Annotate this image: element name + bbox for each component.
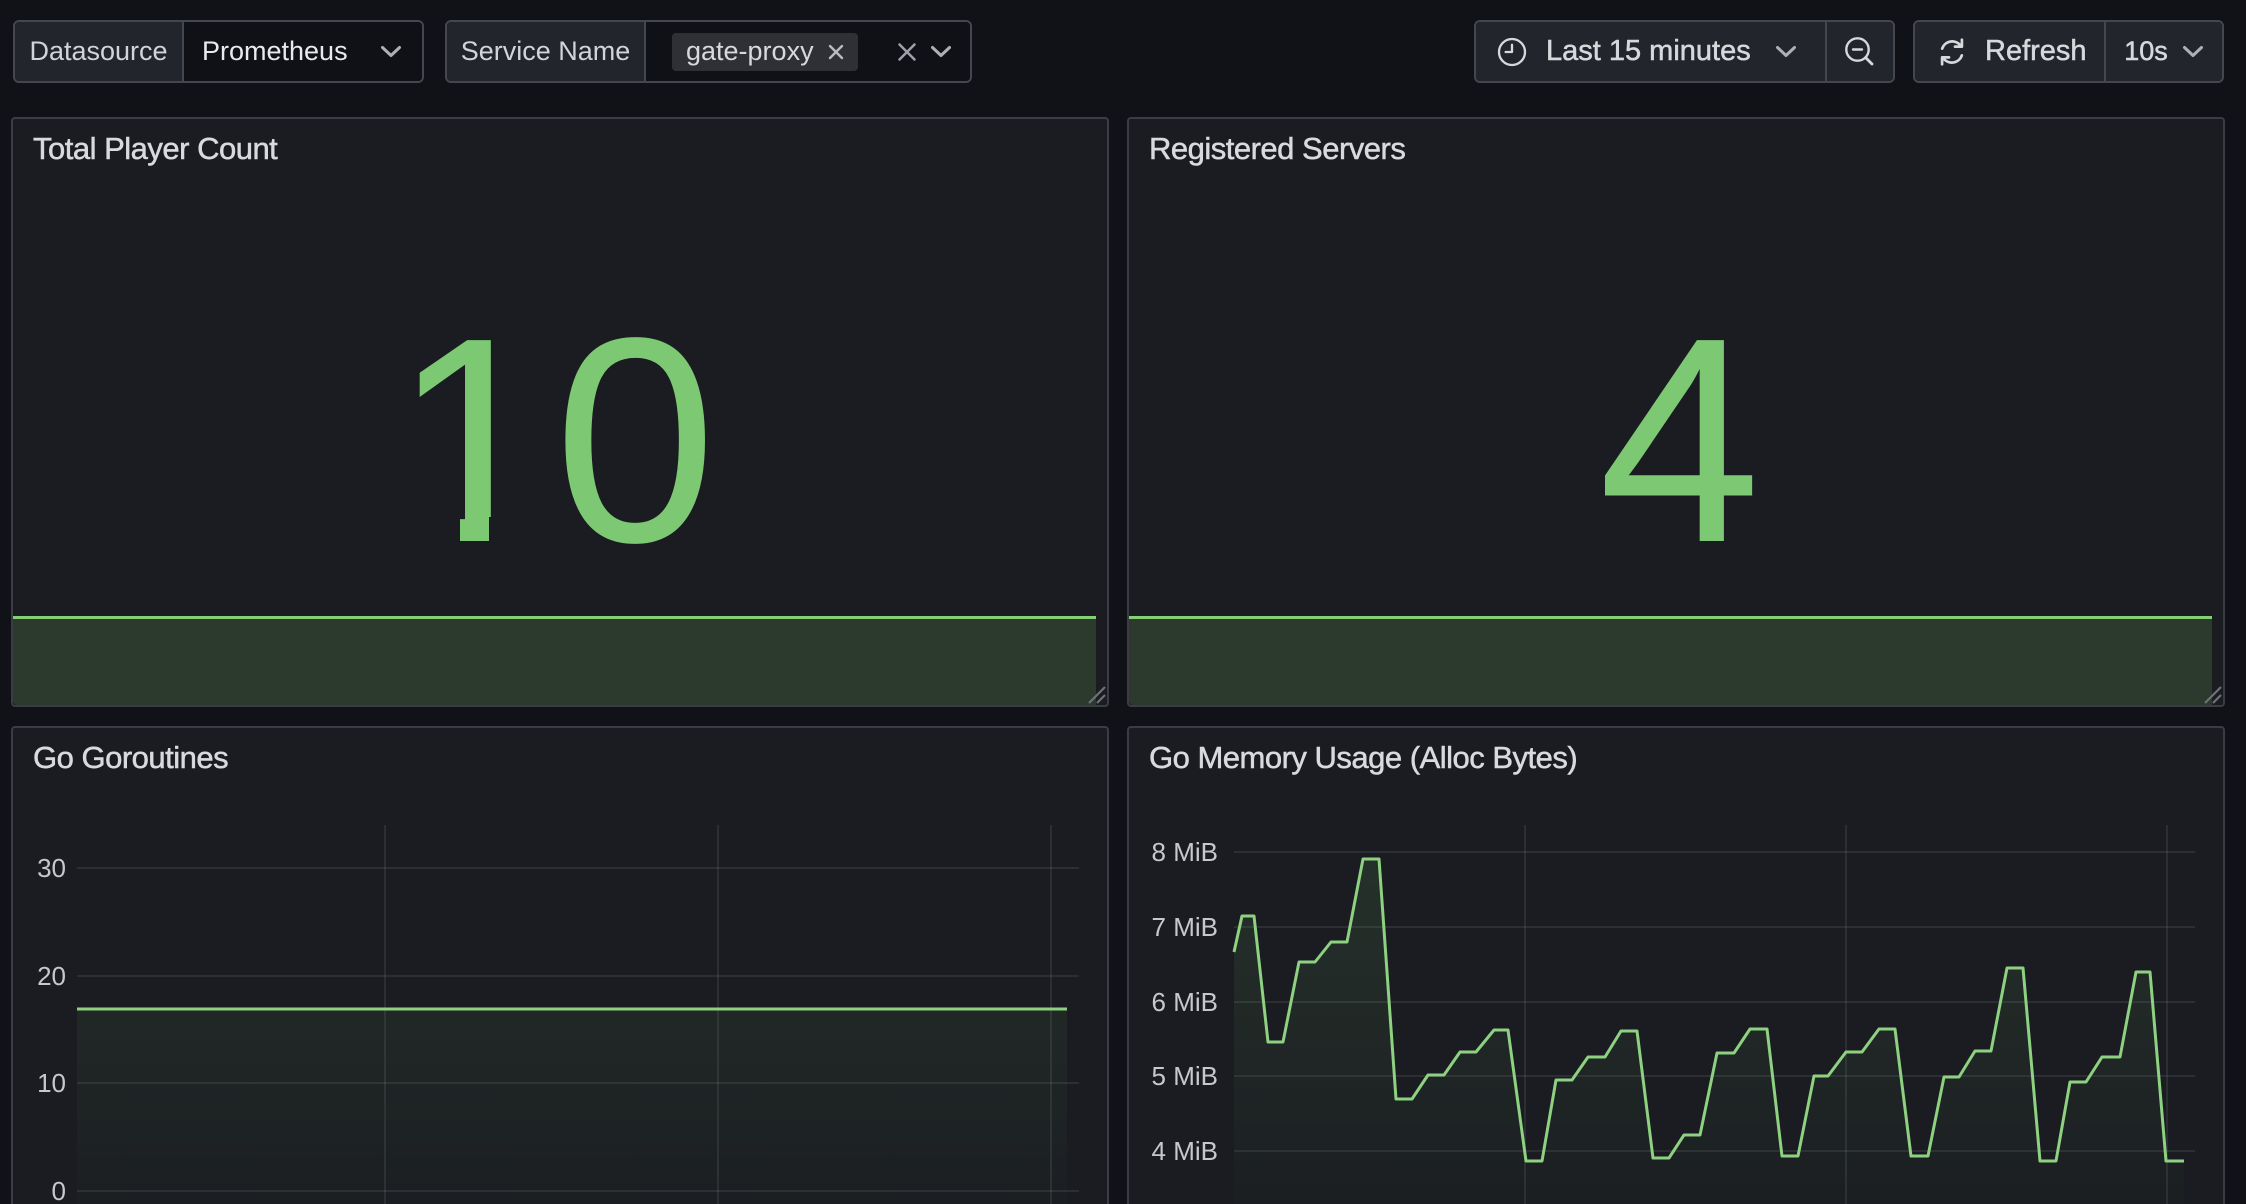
svg-text:6 MiB: 6 MiB [1152,987,1218,1017]
svg-text:7 MiB: 7 MiB [1152,912,1218,942]
svg-text:8 MiB: 8 MiB [1152,837,1218,867]
svg-text:0: 0 [52,1176,66,1204]
svg-text:4 MiB: 4 MiB [1152,1136,1218,1166]
svg-text:30: 30 [37,853,66,883]
svg-text:20: 20 [37,961,66,991]
svg-text:5 MiB: 5 MiB [1152,1061,1218,1091]
svg-text:10: 10 [37,1068,66,1098]
